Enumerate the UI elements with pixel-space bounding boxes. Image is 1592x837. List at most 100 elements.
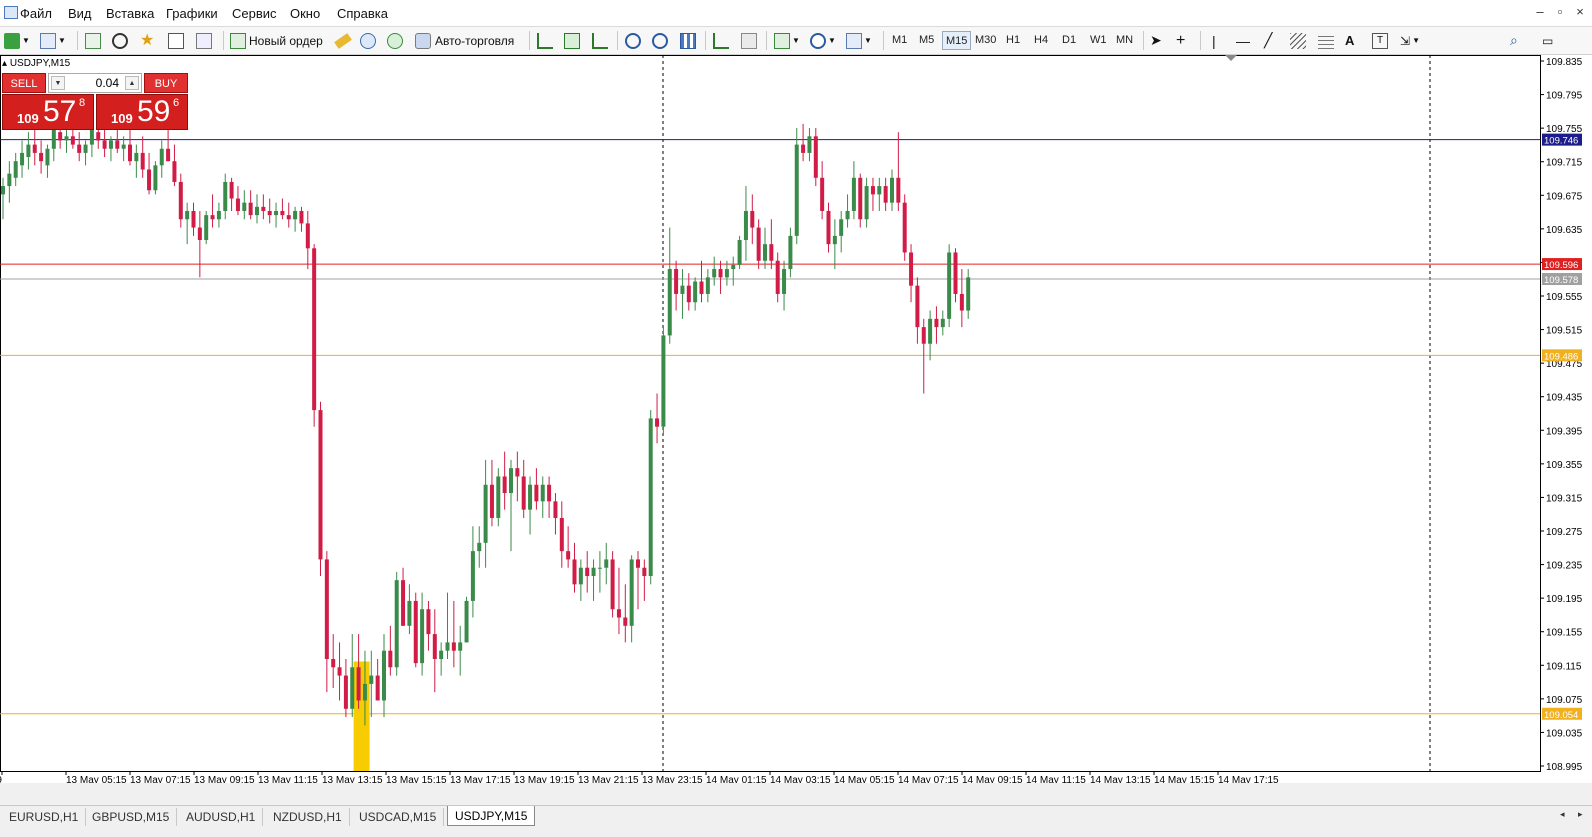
tf-m1[interactable]: M1 [889, 31, 910, 50]
candle-body [261, 206, 266, 211]
tab-gbpusd[interactable]: GBPUSD,M15 [85, 808, 178, 826]
candle-body [731, 264, 736, 270]
close-icon[interactable]: × [1570, 4, 1590, 19]
trendline-button[interactable]: ╱ [1264, 30, 1272, 51]
arrows-icon: ⇲ [1400, 33, 1411, 48]
chart-shift-button[interactable] [741, 30, 757, 51]
sell-price-button[interactable]: 109 57 8 [2, 94, 94, 130]
candle-body [509, 468, 513, 494]
text-label-button[interactable]: T [1372, 30, 1388, 51]
fibonacci-button[interactable] [1318, 30, 1334, 51]
meta-editor-button[interactable] [334, 30, 352, 51]
zoom-out-button[interactable] [652, 30, 668, 51]
lot-up-icon[interactable]: ▲ [125, 76, 139, 90]
menu-insert[interactable]: Вставка [106, 6, 154, 21]
templates-button[interactable]: ▼ [846, 30, 872, 51]
new-order-button[interactable]: Новый ордер [230, 30, 323, 51]
new-chart-button[interactable]: ▼ [4, 30, 30, 51]
time-tick-label: 14 May 13:15 [1090, 775, 1151, 783]
tab-usdcad[interactable]: USDCAD,M15 [352, 808, 445, 826]
candle-body [51, 128, 56, 149]
candle-body [1, 186, 5, 195]
candle-body [121, 144, 126, 149]
signals-button[interactable] [360, 30, 376, 51]
menu-charts[interactable]: Графики [166, 6, 218, 21]
tf-h1[interactable]: H1 [1003, 31, 1023, 50]
restore-icon[interactable]: ▫ [1550, 4, 1570, 19]
cursor-button[interactable]: ➤ [1150, 30, 1162, 51]
candle-body [439, 650, 444, 659]
tf-d1[interactable]: D1 [1059, 31, 1079, 50]
candle-body [350, 667, 355, 709]
data-window-button[interactable] [112, 30, 128, 51]
lot-down-icon[interactable]: ▼ [51, 76, 65, 90]
autoscroll-button[interactable] [713, 30, 729, 51]
menu-tools[interactable]: Сервис [232, 6, 277, 21]
tab-usdjpy[interactable]: USDJPY,M15 [447, 806, 536, 826]
chart-caret-icon: ▴ [2, 58, 8, 69]
tf-mn[interactable]: MN [1113, 31, 1136, 50]
candle-body [451, 642, 456, 651]
cursor-icon: ➤ [1150, 32, 1162, 48]
candle-chart-button[interactable] [564, 30, 580, 51]
tab-audusd[interactable]: AUDUSD,H1 [179, 808, 264, 826]
chart-window[interactable]: 109.835 109.795 109.755 109.715 109.675 109.6… [0, 55, 1592, 783]
profiles-button[interactable]: ▼ [40, 30, 66, 51]
candle-body [864, 186, 869, 220]
candle-body [477, 542, 482, 552]
buy-button[interactable]: BUY [144, 73, 188, 93]
tf-m30[interactable]: M30 [972, 31, 999, 50]
channel-button[interactable] [1290, 30, 1306, 51]
menu-file[interactable]: Файл [20, 6, 52, 21]
tf-h4[interactable]: H4 [1031, 31, 1051, 50]
zoom-in-button[interactable] [625, 30, 641, 51]
market-button[interactable] [387, 30, 403, 51]
candle-body [807, 136, 812, 153]
lot-size-input[interactable] [67, 75, 119, 91]
tab-left-icon[interactable]: ◂ [1560, 809, 1565, 820]
vertical-line-button[interactable]: | [1212, 30, 1216, 51]
time-tick-label: 13 May 2019 [0, 775, 2, 783]
menu-window[interactable]: Окно [290, 6, 320, 21]
minimize-icon[interactable]: – [1530, 4, 1550, 19]
terminal-button[interactable] [168, 30, 184, 51]
search-button[interactable]: ⌕ [1510, 30, 1518, 51]
tab-eurusd[interactable]: EURUSD,H1 [2, 808, 87, 826]
sell-button[interactable]: SELL [2, 73, 46, 93]
tf-w1[interactable]: W1 [1087, 31, 1110, 50]
price-tick-label: 109.355 [1546, 460, 1583, 471]
autotrading-button[interactable]: Авто-торговля [415, 30, 514, 51]
indicators-button[interactable]: ▼ [774, 30, 800, 51]
text-button[interactable]: A [1345, 30, 1354, 51]
zoom-in-icon [625, 32, 641, 49]
tile-windows-button[interactable] [680, 30, 696, 51]
candle-body [343, 675, 348, 709]
periods-button[interactable]: ▼ [810, 30, 836, 51]
market-watch-button[interactable] [85, 30, 101, 51]
time-tick-label: 14 May 03:15 [770, 775, 831, 783]
tester-button[interactable] [196, 30, 212, 51]
candle-body [166, 148, 171, 162]
menu-help[interactable]: Справка [337, 6, 388, 21]
tf-m5[interactable]: M5 [916, 31, 937, 50]
chat-button[interactable]: ▭ [1542, 30, 1553, 51]
candle-body [813, 136, 818, 178]
line-chart-button[interactable] [592, 30, 608, 51]
candle-body [521, 476, 526, 510]
tab-right-icon[interactable]: ▸ [1578, 809, 1583, 820]
tf-m15[interactable]: M15 [942, 31, 972, 50]
candle-body [248, 202, 253, 216]
candle-body [432, 634, 437, 659]
buy-price-button[interactable]: 109 59 6 [96, 94, 188, 130]
candle-body [826, 210, 831, 245]
arrows-button[interactable]: ⇲ ▼ [1400, 30, 1420, 51]
price-level-text: 109.578 [1544, 275, 1578, 286]
price-chart[interactable]: 109.835 109.795 109.755 109.715 109.675 109.6… [0, 55, 1592, 783]
navigator-button[interactable]: ★ [140, 30, 156, 51]
tab-nzdusd[interactable]: NZDUSD,H1 [266, 808, 350, 826]
horizontal-line-button[interactable]: — [1236, 30, 1250, 51]
candle-body [147, 169, 152, 191]
bar-chart-button[interactable] [537, 30, 553, 51]
crosshair-button[interactable]: + [1176, 30, 1185, 51]
menu-view[interactable]: Вид [68, 6, 92, 21]
